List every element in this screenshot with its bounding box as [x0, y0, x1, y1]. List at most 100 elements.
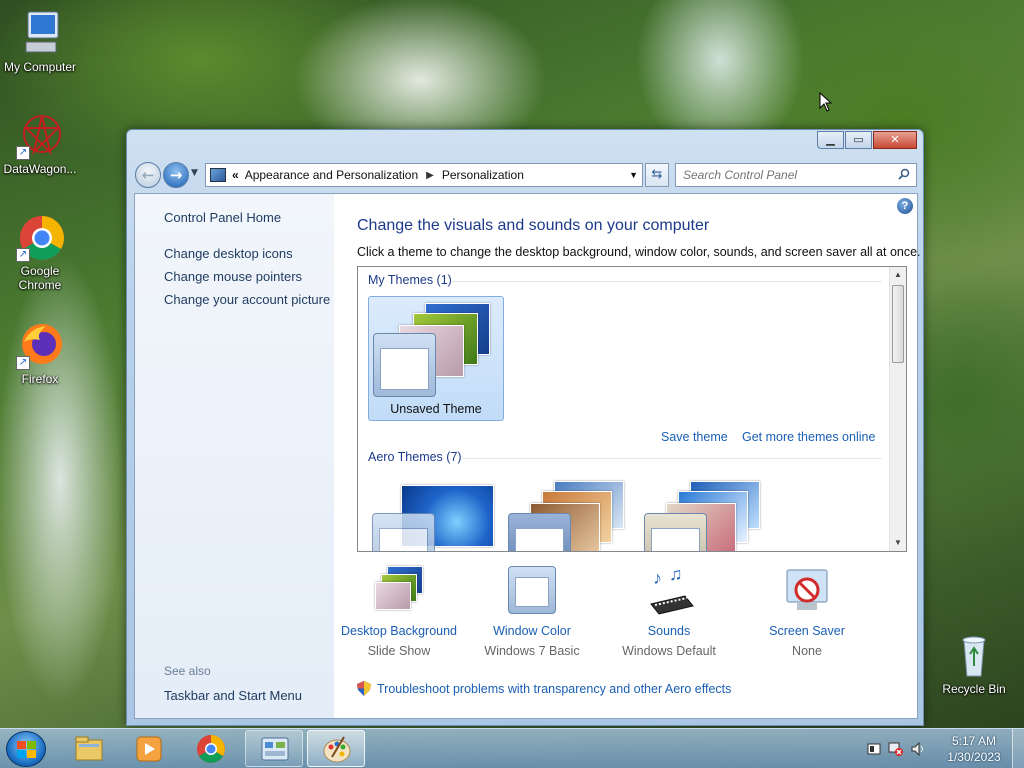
change-mouse-pointers-link[interactable]: Change mouse pointers: [164, 269, 302, 284]
taskbar-personalization[interactable]: [307, 730, 365, 767]
desktop-background-label[interactable]: Desktop Background: [329, 624, 469, 638]
action-center-icon[interactable]: [866, 741, 882, 757]
theme-windows-7[interactable]: [368, 477, 504, 551]
sounds-label[interactable]: Sounds: [599, 624, 739, 638]
screen-saver-option[interactable]: Screen Saver None: [737, 566, 877, 658]
control-panel-icon: [210, 168, 226, 182]
volume-icon[interactable]: [910, 741, 926, 757]
search-box[interactable]: [675, 163, 917, 187]
maximize-button[interactable]: ▭: [845, 131, 872, 149]
group-divider: [452, 281, 882, 282]
troubleshoot-label[interactable]: Troubleshoot problems with transparency …: [377, 682, 731, 696]
theme-list: My Themes (1) Unsaved Theme Save theme G…: [357, 266, 907, 552]
shield-icon: [357, 681, 371, 696]
forward-button[interactable]: →: [163, 162, 189, 188]
media-player-icon: [136, 736, 162, 762]
breadcrumb-appearance[interactable]: Appearance and Personalization: [245, 168, 418, 182]
start-button[interactable]: [6, 731, 46, 767]
window-color-preview: [373, 333, 436, 397]
svg-text:♫: ♫: [669, 566, 683, 584]
aero-themes-header[interactable]: Aero Themes (7): [368, 450, 462, 464]
theme-unsaved[interactable]: Unsaved Theme: [368, 296, 504, 421]
sounds-option[interactable]: ♪ ♫ Sounds Windows Default: [599, 564, 739, 658]
folder-icon: [75, 736, 103, 761]
taskbar-media-player[interactable]: [120, 730, 178, 767]
back-button[interactable]: ←: [135, 162, 161, 188]
window-color-value: Windows 7 Basic: [484, 644, 580, 658]
sounds-value: Windows Default: [622, 644, 716, 658]
recent-pages-dropdown[interactable]: ▼: [191, 168, 198, 178]
breadcrumb-overflow[interactable]: «: [232, 168, 239, 182]
save-theme-link[interactable]: Save theme: [661, 430, 728, 444]
desktop-icon-my-computer[interactable]: My Computer: [0, 10, 80, 74]
desktop-icon-label: Recycle Bin: [942, 682, 1006, 696]
chrome-icon: [197, 735, 225, 763]
search-input[interactable]: [676, 164, 886, 186]
taskbar-start-menu-link[interactable]: Taskbar and Start Menu: [164, 688, 302, 703]
main-pane: ? Change the visuals and sounds on your …: [334, 194, 921, 718]
breadcrumb-personalization[interactable]: Personalization: [442, 168, 524, 182]
breadcrumb-separator-icon[interactable]: ▶: [426, 170, 434, 181]
left-pane: Control Panel Home Change desktop icons …: [135, 194, 334, 718]
get-more-themes-link[interactable]: Get more themes online: [742, 430, 875, 444]
change-account-picture-link[interactable]: Change your account picture: [164, 292, 330, 307]
window-color-preview: [372, 513, 435, 551]
my-themes-header[interactable]: My Themes (1): [368, 273, 452, 287]
desktop-icon-firefox[interactable]: ↗ Firefox: [0, 322, 80, 386]
desktop-icon-recycle-bin[interactable]: Recycle Bin: [934, 632, 1014, 696]
clock-time: 5:17 AM: [951, 734, 997, 748]
address-bar[interactable]: « Appearance and Personalization ▶ Perso…: [205, 163, 643, 187]
show-desktop-button[interactable]: [1012, 729, 1024, 768]
scroll-down-icon[interactable]: ▼: [890, 535, 906, 551]
desktop-background-option[interactable]: Desktop Background Slide Show: [329, 566, 469, 658]
window-color-icon: [506, 566, 558, 616]
taskbar-chrome[interactable]: [182, 730, 240, 767]
screen-saver-value: None: [792, 644, 822, 658]
taskbar-control-panel[interactable]: [245, 730, 303, 767]
screen-saver-icon: [781, 566, 833, 616]
window-controls: ▁ ▭ ✕: [816, 131, 917, 149]
screen-saver-label[interactable]: Screen Saver: [737, 624, 877, 638]
svg-text:♪: ♪: [653, 568, 662, 588]
scroll-up-icon[interactable]: ▲: [890, 267, 906, 283]
recycle-bin-icon: [950, 632, 998, 680]
taskbar-explorer[interactable]: [60, 730, 118, 767]
theme-characters[interactable]: [640, 477, 776, 551]
control-panel-icon: [261, 737, 289, 761]
close-button[interactable]: ✕: [873, 131, 917, 149]
window-color-option[interactable]: Window Color Windows 7 Basic: [462, 566, 602, 658]
troubleshoot-link[interactable]: Troubleshoot problems with transparency …: [357, 681, 731, 696]
theme-architecture[interactable]: [504, 477, 640, 551]
address-dropdown-icon[interactable]: ▼: [629, 170, 638, 180]
desktop-icon-chrome[interactable]: ↗ Google Chrome: [0, 214, 80, 292]
page-title: Change the visuals and sounds on your co…: [357, 217, 710, 234]
change-desktop-icons-link[interactable]: Change desktop icons: [164, 246, 293, 261]
personalization-window: ▁ ▭ ✕ ← → ▼ « Appearance and Personaliza…: [126, 129, 924, 726]
group-divider: [462, 458, 882, 459]
window-color-label[interactable]: Window Color: [462, 624, 602, 638]
palette-icon: [323, 736, 351, 763]
page-description: Click a theme to change the desktop back…: [357, 245, 921, 259]
datawagon-icon: ↗: [16, 112, 64, 160]
window-color-preview: [644, 513, 707, 551]
theme-list-scrollbar[interactable]: ▲ ▼: [889, 267, 906, 551]
desktop-icon-label: My Computer: [3, 60, 77, 74]
desktop-icon-datawagon[interactable]: ↗ DataWagon...: [0, 112, 80, 176]
control-panel-home-link[interactable]: Control Panel Home: [164, 210, 281, 225]
desktop-icon-label: Google Chrome: [18, 264, 62, 292]
firefox-icon: ↗: [16, 322, 64, 370]
help-icon[interactable]: ?: [897, 198, 913, 214]
clock[interactable]: 5:17 AM 1/30/2023: [940, 733, 1008, 765]
navigation-bar: ← → ▼ « Appearance and Personalization ▶…: [135, 162, 917, 188]
minimize-button[interactable]: ▁: [817, 131, 844, 149]
system-tray: [866, 741, 926, 757]
scrollbar-thumb[interactable]: [892, 285, 904, 363]
window-color-preview: [508, 513, 571, 551]
search-icon[interactable]: [898, 168, 910, 180]
shortcut-arrow-icon: ↗: [16, 248, 30, 262]
taskbar: 5:17 AM 1/30/2023: [0, 728, 1024, 768]
refresh-button[interactable]: ⇆: [645, 163, 669, 187]
chrome-icon: ↗: [16, 214, 64, 262]
shortcut-arrow-icon: ↗: [16, 146, 30, 160]
network-icon[interactable]: [888, 741, 904, 757]
